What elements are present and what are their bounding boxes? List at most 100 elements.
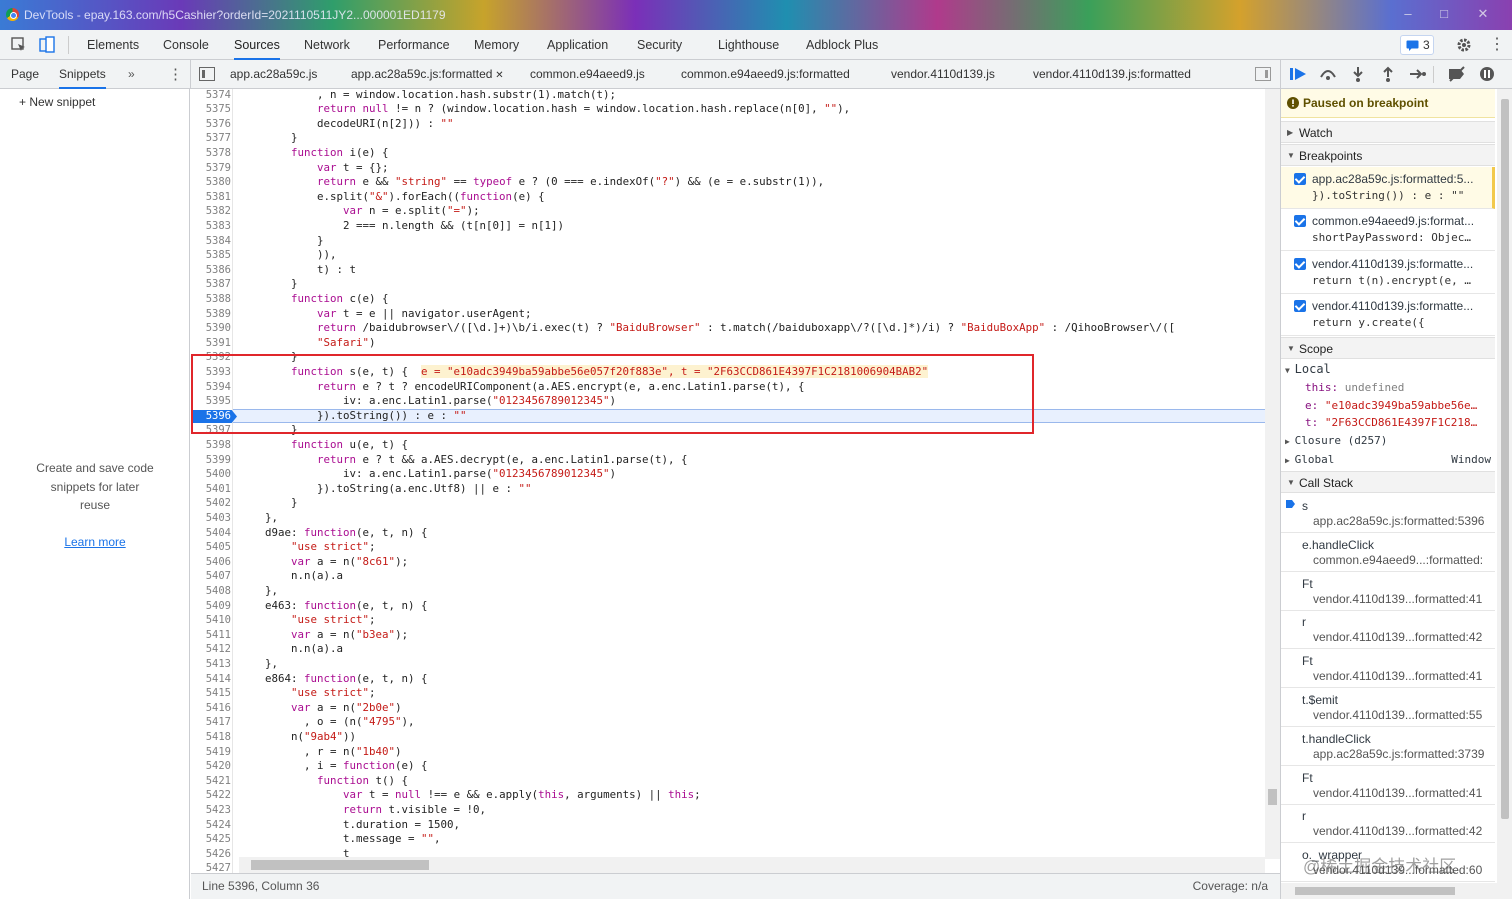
tab-application[interactable]: Application: [547, 30, 608, 60]
line-number[interactable]: 5413: [191, 657, 231, 672]
toggle-debugger-icon[interactable]: [1255, 67, 1271, 81]
file-tab[interactable]: vendor.4110d139.js: [891, 60, 995, 89]
line-number[interactable]: 5384: [191, 234, 231, 249]
line-number[interactable]: 5405: [191, 540, 231, 555]
line-number[interactable]: 5421: [191, 774, 231, 789]
close-tab-icon[interactable]: ✕: [492, 70, 503, 81]
line-number[interactable]: 5426: [191, 847, 231, 862]
file-tab[interactable]: common.e94aeed9.js: [530, 60, 645, 89]
scope-closure[interactable]: ▶ Closure (d257): [1285, 434, 1387, 447]
step-icon[interactable]: [1409, 67, 1427, 81]
step-out-icon[interactable]: [1381, 66, 1395, 82]
tab-adblock-plus[interactable]: Adblock Plus: [806, 30, 878, 60]
call-stack-frame[interactable]: Ft vendor.4110d139...formatted:41: [1281, 572, 1495, 611]
line-number[interactable]: 5418: [191, 730, 231, 745]
tab-lighthouse[interactable]: Lighthouse: [718, 30, 779, 60]
file-tab[interactable]: vendor.4110d139.js:formatted: [1033, 60, 1191, 89]
line-number[interactable]: 5389: [191, 307, 231, 322]
line-number[interactable]: 5404: [191, 526, 231, 541]
line-number[interactable]: 5392: [191, 350, 231, 365]
tab-console[interactable]: Console: [163, 30, 209, 60]
step-over-icon[interactable]: [1319, 67, 1337, 81]
breakpoint-item[interactable]: vendor.4110d139.js:formatte... return y.c…: [1281, 294, 1495, 336]
line-number[interactable]: 5391: [191, 336, 231, 351]
line-number[interactable]: 5393: [191, 365, 231, 380]
line-number[interactable]: 5375: [191, 102, 231, 117]
line-number[interactable]: 5390: [191, 321, 231, 336]
line-number[interactable]: 5376: [191, 117, 231, 132]
call-stack-section-header[interactable]: ▼ Call Stack: [1281, 471, 1495, 493]
file-tab[interactable]: app.ac28a59c.js: [230, 60, 317, 89]
debugger-scrollbar[interactable]: [1497, 89, 1512, 899]
breakpoint-checkbox[interactable]: [1294, 215, 1306, 227]
call-stack-frame[interactable]: s app.ac28a59c.js:formatted:5396: [1281, 494, 1495, 533]
line-number[interactable]: 5423: [191, 803, 231, 818]
line-number[interactable]: 5406: [191, 555, 231, 570]
new-snippet-button[interactable]: + New snippet: [19, 95, 95, 109]
line-number[interactable]: 5395: [191, 394, 231, 409]
line-number[interactable]: 5416: [191, 701, 231, 716]
line-number[interactable]: 5403: [191, 511, 231, 526]
line-number[interactable]: 5427: [191, 861, 231, 873]
tab-security[interactable]: Security: [637, 30, 682, 60]
line-number[interactable]: 5400: [191, 467, 231, 482]
step-into-icon[interactable]: [1351, 66, 1365, 82]
scope-variable[interactable]: this: undefined: [1305, 381, 1404, 394]
line-number[interactable]: 5409: [191, 599, 231, 614]
breakpoint-checkbox[interactable]: [1294, 300, 1306, 312]
line-number[interactable]: 5408: [191, 584, 231, 599]
breakpoint-item[interactable]: app.ac28a59c.js:formatted:5...}).toStrin…: [1281, 167, 1495, 209]
breakpoints-section-header[interactable]: ▼ Breakpoints: [1281, 144, 1495, 166]
scope-local-header[interactable]: ▼ Local: [1285, 362, 1331, 376]
file-tab[interactable]: common.e94aeed9.js:formatted: [681, 60, 850, 89]
code-editor[interactable]: 5374 , n = window.location.hash.substr(1…: [191, 89, 1280, 873]
messages-badge[interactable]: 3: [1400, 35, 1434, 55]
line-number[interactable]: 5410: [191, 613, 231, 628]
device-toolbar-icon[interactable]: [38, 36, 56, 54]
call-stack-frame[interactable]: t.$emit vendor.4110d139...formatted:55: [1281, 688, 1495, 727]
tab-memory[interactable]: Memory: [474, 30, 519, 60]
more-options-icon[interactable]: ⋮: [1488, 36, 1506, 54]
debugger-h-scrollbar[interactable]: [1281, 883, 1497, 899]
line-number[interactable]: 5412: [191, 642, 231, 657]
scope-section-header[interactable]: ▼ Scope: [1281, 337, 1495, 359]
line-number[interactable]: 5378: [191, 146, 231, 161]
line-number[interactable]: 5388: [191, 292, 231, 307]
line-number[interactable]: 5387: [191, 277, 231, 292]
maximize-icon[interactable]: □: [1436, 6, 1452, 22]
resume-icon[interactable]: [1289, 67, 1307, 81]
minimize-icon[interactable]: –: [1400, 6, 1416, 22]
tab-elements[interactable]: Elements: [87, 30, 139, 60]
line-number[interactable]: 5425: [191, 832, 231, 847]
call-stack-frame[interactable]: Ft vendor.4110d139...formatted:41: [1281, 649, 1495, 689]
call-stack-frame[interactable]: r vendor.4110d139...formatted:42: [1281, 804, 1495, 844]
editor-horizontal-scrollbar[interactable]: [239, 857, 1265, 873]
line-number[interactable]: 5415: [191, 686, 231, 701]
breakpoint-item[interactable]: common.e94aeed9.js:format... shortPayPass…: [1281, 209, 1495, 251]
scope-global[interactable]: ▶ Global Window: [1285, 453, 1491, 466]
nav-tab-snippets[interactable]: Snippets: [59, 60, 106, 89]
line-number[interactable]: 5424: [191, 818, 231, 833]
line-number[interactable]: 5377: [191, 131, 231, 146]
close-icon[interactable]: ✕: [1475, 6, 1491, 22]
line-number[interactable]: 5398: [191, 438, 231, 453]
scope-variable[interactable]: t: "2F63CCD861E4397F1C218…: [1305, 416, 1477, 429]
line-number[interactable]: 5402: [191, 496, 231, 511]
deactivate-breakpoints-icon[interactable]: [1447, 66, 1467, 82]
learn-more-link[interactable]: Learn more: [0, 533, 190, 552]
nav-menu-icon[interactable]: ⋮: [168, 60, 183, 89]
watch-section-header[interactable]: ▶ Watch: [1281, 121, 1495, 143]
scope-variable[interactable]: e: "e10adc3949ba59abbe56e…: [1305, 399, 1477, 412]
line-number[interactable]: 5380: [191, 175, 231, 190]
tab-performance[interactable]: Performance: [378, 30, 450, 60]
nav-more-icon[interactable]: »: [128, 60, 135, 89]
breakpoint-checkbox[interactable]: [1294, 173, 1306, 185]
line-number[interactable]: 5385: [191, 248, 231, 263]
line-number[interactable]: 5394: [191, 380, 231, 395]
toggle-navigator-icon[interactable]: [199, 67, 215, 81]
line-number[interactable]: 5397: [191, 423, 231, 438]
line-number[interactable]: 5414: [191, 672, 231, 687]
line-number[interactable]: 5379: [191, 161, 231, 176]
line-number[interactable]: 5422: [191, 788, 231, 803]
line-number[interactable]: 5401: [191, 482, 231, 497]
